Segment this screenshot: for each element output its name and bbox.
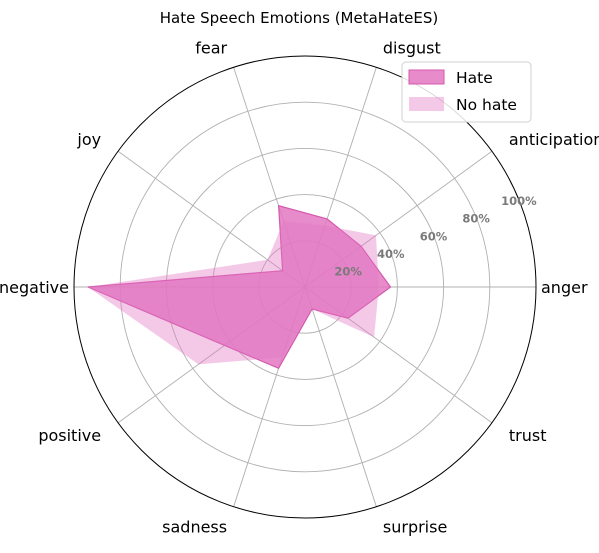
legend-swatch-hate — [408, 69, 445, 85]
category-label-surprise: surprise — [383, 518, 447, 537]
category-label-trust: trust — [509, 426, 547, 445]
category-label-sadness: sadness — [162, 518, 227, 537]
radial-tick-label: 80% — [462, 212, 490, 226]
category-label-joy: joy — [76, 130, 101, 149]
series-no-hate-area — [87, 221, 379, 365]
category-label-positive: positive — [38, 426, 101, 445]
chart-title: Hate Speech Emotions (MetaHateES) — [160, 9, 438, 27]
category-label-negative: negative — [0, 278, 69, 297]
category-label-anticipation: anticipation — [509, 130, 599, 149]
legend-label-hate: Hate — [456, 69, 493, 87]
legend-swatch-no-hate — [409, 97, 444, 111]
category-label-disgust: disgust — [383, 38, 441, 57]
radar-series-layer — [87, 204, 392, 370]
legend-label-no-hate: No hate — [456, 96, 517, 114]
chart-legend: Hate No hate — [401, 61, 532, 123]
radial-tick-label: 20% — [334, 265, 362, 279]
radial-tick-label: 100% — [501, 194, 537, 208]
radar-chart: Hate Speech Emotions (MetaHateES) 20% 40%… — [0, 9, 599, 537]
category-label-fear: fear — [195, 38, 227, 57]
radial-tick-label: 60% — [420, 229, 448, 243]
radial-tick-label: 40% — [377, 247, 405, 261]
category-label-anger: anger — [541, 278, 588, 297]
